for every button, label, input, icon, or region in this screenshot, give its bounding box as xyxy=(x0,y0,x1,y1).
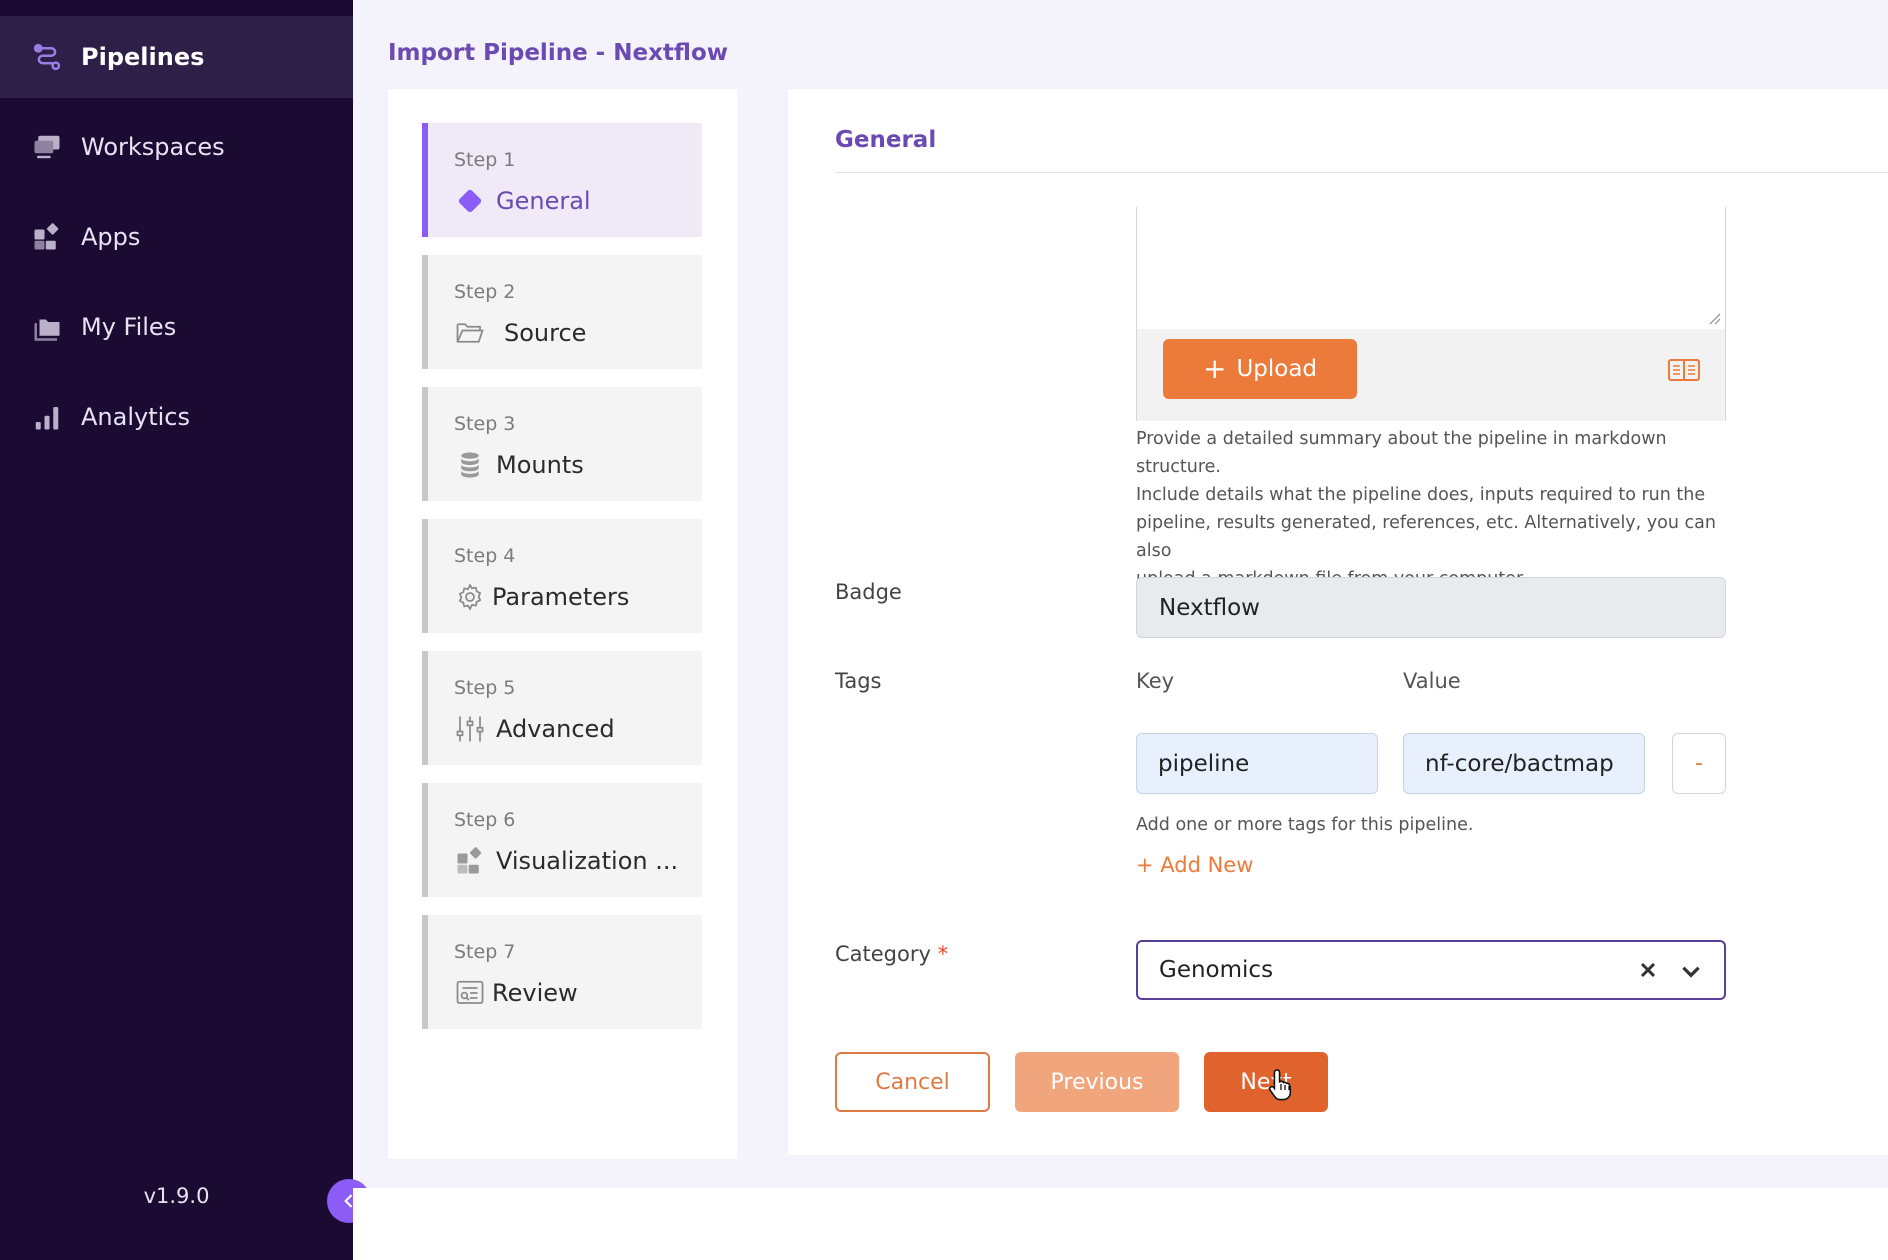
step-number: Step 2 xyxy=(454,281,516,303)
sidebar-item-label: Apps xyxy=(81,223,141,251)
sidebar-item-label: Pipelines xyxy=(81,43,205,71)
remove-tag-button[interactable]: - xyxy=(1672,733,1726,794)
sidebar-item-my-files[interactable]: My Files xyxy=(0,286,353,368)
previous-button[interactable]: Previous xyxy=(1015,1052,1179,1112)
step-row: Review xyxy=(454,977,578,1009)
tag-key-value: pipeline xyxy=(1158,750,1250,777)
chevron-down-icon[interactable] xyxy=(1678,958,1704,984)
markdown-preview-icon[interactable] xyxy=(1667,357,1701,383)
description-editor: + Upload xyxy=(1136,207,1726,421)
step-row: Parameters xyxy=(454,581,629,613)
sidebar-topbar xyxy=(0,0,353,16)
clear-icon[interactable] xyxy=(1636,958,1660,982)
step-label: General xyxy=(496,187,591,215)
tag-value-input[interactable]: nf-core/bactmap xyxy=(1403,733,1645,794)
tags-help: Add one or more tags for this pipeline. xyxy=(1136,815,1474,835)
steps-panel: Step 1 General Step 2 Source Step 3 Moun… xyxy=(388,89,737,1159)
step-row: Source xyxy=(454,317,586,349)
step-label: Mounts xyxy=(496,451,584,479)
cancel-button[interactable]: Cancel xyxy=(835,1052,990,1112)
step-row: General xyxy=(454,185,591,217)
workspaces-icon xyxy=(31,131,63,163)
step-label: Source xyxy=(504,319,587,347)
help-line: Include details what the pipeline does, … xyxy=(1136,485,1706,505)
category-value: Genomics xyxy=(1159,957,1274,983)
sliders-icon xyxy=(454,713,486,745)
folder-icon xyxy=(454,317,486,349)
diamond-icon xyxy=(454,185,486,217)
apps-icon xyxy=(31,221,63,253)
step-label: Parameters xyxy=(492,583,630,611)
step-visualization[interactable]: Step 6 Visualization ... xyxy=(422,783,702,897)
footer-area xyxy=(353,1188,1888,1260)
resize-grip-icon[interactable] xyxy=(1707,311,1721,325)
category-label: Category * xyxy=(835,942,948,966)
tags-key-header: Key xyxy=(1136,669,1175,693)
step-source[interactable]: Step 2 Source xyxy=(422,255,702,369)
step-row: Mounts xyxy=(454,449,584,481)
step-number: Step 7 xyxy=(454,941,516,963)
plus-icon: + xyxy=(1202,352,1227,385)
tags-value-header: Value xyxy=(1403,669,1461,693)
sidebar-item-apps[interactable]: Apps xyxy=(0,196,353,278)
sidebar-item-pipelines[interactable]: Pipelines xyxy=(0,16,353,98)
step-advanced[interactable]: Step 5 Advanced xyxy=(422,651,702,765)
tags-label: Tags xyxy=(835,669,882,693)
description-help: Provide a detailed summary about the pip… xyxy=(1136,425,1736,593)
next-button[interactable]: Next xyxy=(1204,1052,1328,1112)
sidebar-item-analytics[interactable]: Analytics xyxy=(0,376,353,458)
category-select[interactable]: Genomics xyxy=(1136,940,1726,1000)
step-review[interactable]: Step 7 Review xyxy=(422,915,702,1029)
analytics-icon xyxy=(31,401,63,433)
form-panel: General + Upload Provide a detailed summ… xyxy=(788,89,1888,1155)
sidebar-item-label: Analytics xyxy=(81,403,190,431)
tag-key-input[interactable]: pipeline xyxy=(1136,733,1378,794)
upload-label: Upload xyxy=(1236,356,1318,382)
section-title: General xyxy=(835,127,937,153)
database-icon xyxy=(454,449,486,481)
sidebar-item-workspaces[interactable]: Workspaces xyxy=(0,106,353,188)
required-mark: * xyxy=(937,942,949,966)
gear-icon xyxy=(454,581,486,613)
description-textarea[interactable] xyxy=(1137,207,1725,329)
step-number: Step 3 xyxy=(454,413,516,435)
tag-value-value: nf-core/bactmap xyxy=(1425,750,1614,777)
badge-field[interactable]: Nextflow xyxy=(1136,577,1726,638)
step-label: Advanced xyxy=(496,715,615,743)
review-icon xyxy=(454,977,486,1009)
step-number: Step 6 xyxy=(454,809,516,831)
step-mounts[interactable]: Step 3 Mounts xyxy=(422,387,702,501)
category-label-text: Category xyxy=(835,942,931,966)
page-title: Import Pipeline - Nextflow xyxy=(388,40,729,66)
sidebar: Pipelines Workspaces Apps My Files Analy… xyxy=(0,0,353,1260)
add-tag-link[interactable]: + Add New xyxy=(1136,853,1253,877)
step-number: Step 5 xyxy=(454,677,516,699)
step-label: Review xyxy=(492,979,578,1007)
step-number: Step 4 xyxy=(454,545,516,567)
pipelines-icon xyxy=(31,41,63,73)
step-parameters[interactable]: Step 4 Parameters xyxy=(422,519,702,633)
badge-value: Nextflow xyxy=(1159,594,1260,621)
description-toolbar: + Upload xyxy=(1137,329,1725,421)
step-number: Step 1 xyxy=(454,149,516,171)
files-icon xyxy=(31,311,63,343)
step-row: Advanced xyxy=(454,713,615,745)
step-label: Visualization ... xyxy=(496,847,679,875)
sidebar-item-label: My Files xyxy=(81,313,177,341)
upload-button[interactable]: + Upload xyxy=(1163,339,1357,399)
section-divider xyxy=(835,172,1888,173)
sidebar-item-label: Workspaces xyxy=(81,133,225,161)
badge-label: Badge xyxy=(835,580,902,604)
step-row: Visualization ... xyxy=(454,845,678,877)
help-line: pipeline, results generated, references,… xyxy=(1136,513,1716,561)
apps-icon xyxy=(454,845,486,877)
step-general[interactable]: Step 1 General xyxy=(422,123,702,237)
help-line: Provide a detailed summary about the pip… xyxy=(1136,429,1667,477)
app-version: v1.9.0 xyxy=(143,1184,210,1208)
